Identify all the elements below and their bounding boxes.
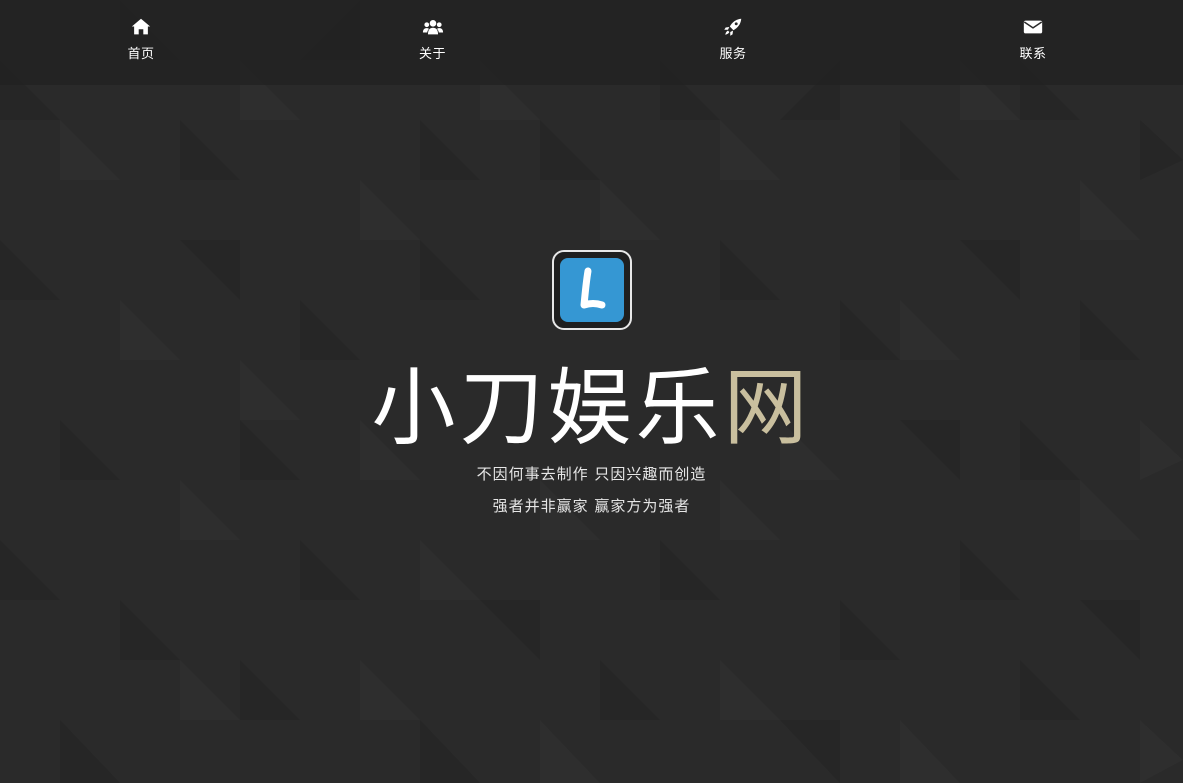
nav-label-contact: 联系 xyxy=(1019,47,1047,62)
nav-item-about[interactable]: 关于 xyxy=(282,0,583,85)
site-title-main: 小刀娱乐 xyxy=(371,359,724,457)
logo-letter-icon xyxy=(580,267,605,309)
hero-section: 小刀娱乐网 不因何事去制作 只因兴趣而创造 强者并非赢家 赢家方为强者 xyxy=(0,250,1183,522)
rocket-icon xyxy=(724,18,742,36)
site-title-accent: 网 xyxy=(723,359,812,457)
nav-item-home[interactable]: 首页 xyxy=(0,0,282,85)
nav-item-contact[interactable]: 联系 xyxy=(883,0,1183,85)
logo-badge xyxy=(559,258,624,322)
top-navigation: 首页 关于 服务 联系 xyxy=(0,0,1183,85)
home-icon xyxy=(131,18,151,35)
nav-item-services[interactable]: 服务 xyxy=(583,0,883,85)
nav-label-home: 首页 xyxy=(127,47,155,62)
users-icon xyxy=(422,20,443,35)
slogan-line-1: 不因何事去制作 只因兴趣而创造 xyxy=(476,465,707,483)
nav-label-about: 关于 xyxy=(418,47,446,62)
envelope-icon xyxy=(1023,20,1043,34)
slogan-line-2: 强者并非赢家 赢家方为强者 xyxy=(492,497,691,515)
nav-label-services: 服务 xyxy=(719,47,747,62)
site-title: 小刀娱乐网 xyxy=(0,364,1183,452)
site-logo[interactable] xyxy=(551,250,632,330)
page: 首页 关于 服务 联系 小刀娱乐网 不因何事去制作 只因兴趣而创造 强者并非赢家… xyxy=(0,0,1183,783)
